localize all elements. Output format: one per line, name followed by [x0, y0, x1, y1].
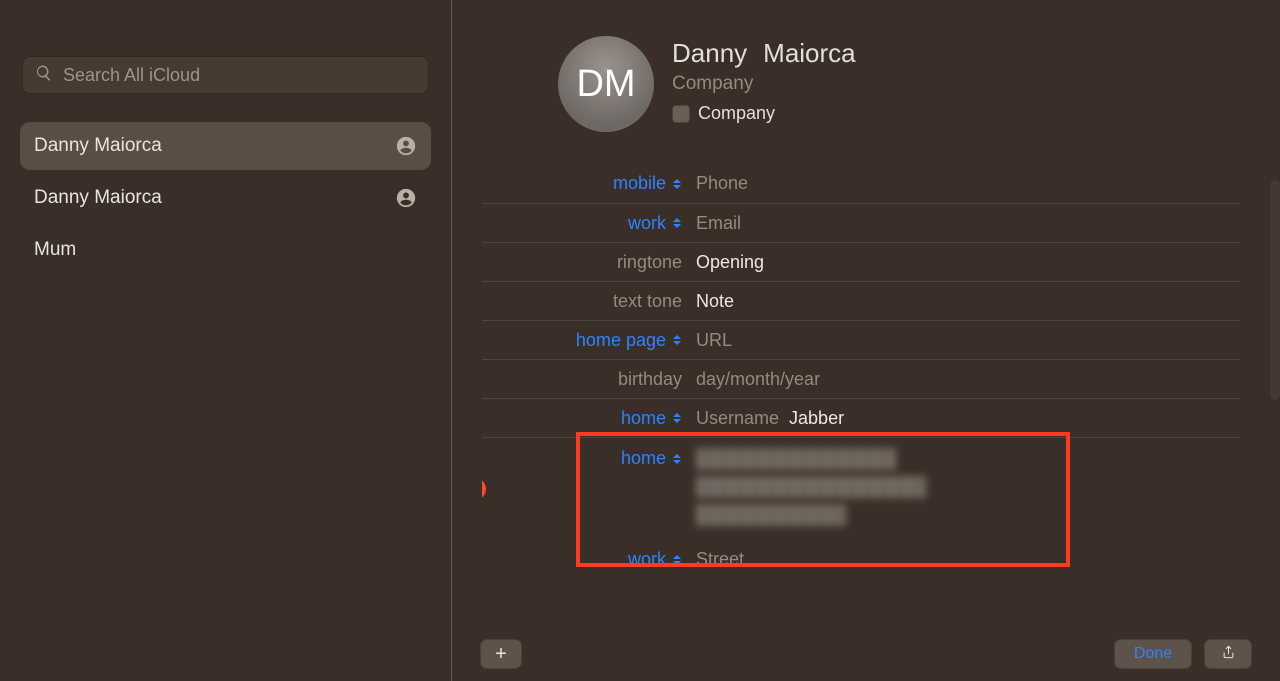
- sidebar: Danny Maiorca Danny Maiorca Mum: [0, 0, 452, 681]
- footer: + Done: [452, 639, 1280, 669]
- phone-label-dropdown[interactable]: mobile: [482, 173, 690, 194]
- username-label-dropdown[interactable]: home: [482, 408, 690, 429]
- birthday-input[interactable]: day/month/year: [696, 369, 820, 390]
- address-home-input[interactable]: [696, 444, 926, 534]
- person-icon: [395, 135, 417, 157]
- done-button[interactable]: Done: [1114, 639, 1192, 669]
- add-field-button[interactable]: +: [480, 639, 522, 669]
- company-field[interactable]: Company: [672, 73, 856, 95]
- contact-item[interactable]: Danny Maiorca: [20, 174, 431, 222]
- contact-item[interactable]: Mum: [20, 226, 431, 274]
- address-work-label-dropdown[interactable]: work: [482, 549, 690, 570]
- chevron-updown-icon: [672, 177, 682, 191]
- row-username: home Username Jabber: [482, 398, 1240, 437]
- row-address-work: work Street: [482, 540, 1240, 579]
- homepage-label-dropdown[interactable]: home page: [482, 330, 690, 351]
- redacted-address-line: [696, 504, 846, 526]
- row-text-tone: text tone Note: [482, 281, 1240, 320]
- contact-name: Danny Maiorca: [34, 135, 395, 157]
- row-email: work Email: [482, 203, 1240, 242]
- chevron-updown-icon: [672, 216, 682, 230]
- contact-name: Danny Maiorca: [34, 187, 395, 209]
- person-icon: [395, 187, 417, 209]
- ringtone-select[interactable]: Opening: [690, 252, 1240, 273]
- scrollbar[interactable]: [1270, 180, 1280, 400]
- address-home-label-dropdown[interactable]: home: [482, 444, 690, 469]
- address-work-input[interactable]: Street: [696, 549, 744, 570]
- ringtone-label: ringtone: [617, 252, 682, 273]
- text-tone-label: text tone: [613, 291, 682, 312]
- text-tone-select[interactable]: Note: [690, 291, 1240, 312]
- row-address-home: home: [482, 437, 1240, 540]
- chevron-updown-icon: [672, 411, 682, 425]
- row-ringtone: ringtone Opening: [482, 242, 1240, 281]
- email-label-dropdown[interactable]: work: [482, 213, 690, 234]
- card-header: DM Danny Maiorca Company Company: [482, 36, 1240, 132]
- email-input[interactable]: Email: [696, 213, 741, 234]
- search-input-wrap[interactable]: [22, 56, 429, 94]
- username-input[interactable]: Username: [696, 408, 779, 429]
- contact-name: Mum: [34, 239, 417, 261]
- row-homepage: home page URL: [482, 320, 1240, 359]
- share-icon: [1221, 643, 1236, 666]
- username-service-select[interactable]: Jabber: [789, 408, 844, 429]
- search-input[interactable]: [63, 65, 416, 86]
- contact-item[interactable]: Danny Maiorca: [20, 122, 431, 170]
- share-button[interactable]: [1204, 639, 1252, 669]
- row-phone: mobile Phone: [482, 164, 1240, 203]
- birthday-label: birthday: [618, 369, 682, 390]
- contact-list: Danny Maiorca Danny Maiorca Mum: [0, 112, 451, 274]
- chevron-updown-icon: [672, 333, 682, 347]
- row-birthday: birthday day/month/year: [482, 359, 1240, 398]
- company-checkbox[interactable]: [672, 105, 690, 123]
- company-checkbox-label: Company: [698, 103, 775, 124]
- detail-pane: DM Danny Maiorca Company Company mobile …: [452, 0, 1280, 681]
- chevron-updown-icon: [672, 553, 682, 567]
- field-rows: mobile Phone work Email ringtone Opening…: [482, 164, 1240, 681]
- redacted-address-line: [696, 448, 896, 470]
- last-name-field[interactable]: Maiorca: [763, 38, 855, 69]
- first-name-field[interactable]: Danny: [672, 38, 747, 69]
- phone-input[interactable]: Phone: [696, 173, 748, 194]
- search-icon: [35, 64, 63, 87]
- chevron-updown-icon: [672, 452, 682, 466]
- redacted-address-line: [696, 476, 926, 498]
- url-input[interactable]: URL: [696, 330, 732, 351]
- avatar[interactable]: DM: [558, 36, 654, 132]
